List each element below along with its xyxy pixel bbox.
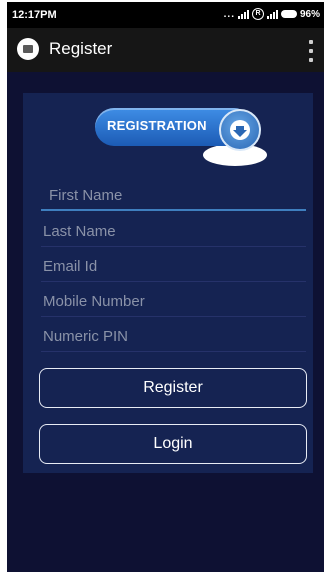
last-name-field[interactable] bbox=[41, 217, 306, 247]
mobile-number-field[interactable] bbox=[41, 287, 306, 317]
registration-card: REGISTRATION Register Login bbox=[23, 93, 313, 473]
signal-icon bbox=[266, 9, 278, 19]
status-bar: 12:17PM ... R 96% bbox=[7, 2, 324, 28]
battery-percent: 96% bbox=[299, 8, 320, 20]
app-title: Register bbox=[49, 39, 113, 58]
app-bar: Register bbox=[7, 28, 324, 72]
login-button[interactable]: Login bbox=[39, 424, 307, 464]
notification-dots: ... bbox=[223, 8, 235, 20]
app-screen: 12:17PM ... R 96% Register REGISTRATION bbox=[7, 2, 324, 572]
banner-label: REGISTRATION bbox=[107, 118, 207, 133]
download-arrow-icon bbox=[219, 109, 261, 151]
first-name-field[interactable] bbox=[41, 181, 306, 211]
first-name-input[interactable] bbox=[41, 181, 306, 211]
registration-banner: REGISTRATION bbox=[95, 106, 271, 168]
signal-icon bbox=[237, 9, 249, 19]
status-icons: ... R 96% bbox=[224, 8, 320, 20]
email-input[interactable] bbox=[41, 252, 306, 282]
overflow-menu-icon[interactable] bbox=[308, 40, 314, 62]
battery-icon bbox=[280, 10, 297, 18]
numeric-pin-input[interactable] bbox=[41, 322, 306, 352]
status-time: 12:17PM bbox=[12, 9, 57, 21]
app-logo-icon bbox=[17, 38, 39, 60]
last-name-input[interactable] bbox=[41, 217, 306, 247]
mobile-number-input[interactable] bbox=[41, 287, 306, 317]
roaming-icon: R bbox=[251, 8, 264, 20]
register-button[interactable]: Register bbox=[39, 368, 307, 408]
email-field[interactable] bbox=[41, 252, 306, 282]
numeric-pin-field[interactable] bbox=[41, 322, 306, 352]
